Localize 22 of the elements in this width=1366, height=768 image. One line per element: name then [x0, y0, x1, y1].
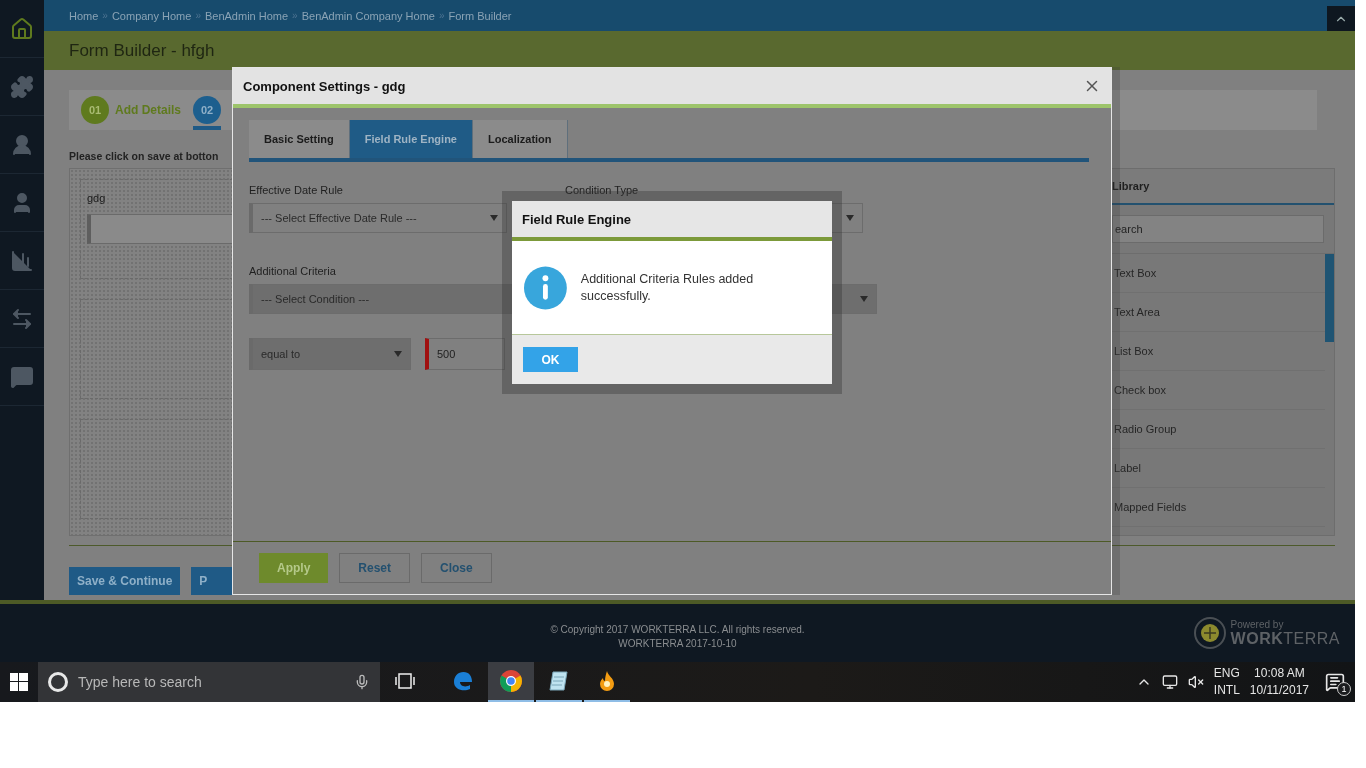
step-number: 02 [193, 96, 221, 124]
copyright-text: © Copyright 2017 WORKTERRA LLC. All rights reserved. [550, 623, 805, 637]
breadcrumb-separator: » [195, 10, 201, 21]
field-label: gdg [87, 192, 107, 204]
step-number: 01 [81, 96, 109, 124]
instruction-text: Please click on save at botton [69, 150, 220, 162]
version-text: WORKTERRA 2017-10-10 [618, 637, 737, 651]
notification-count: 1 [1337, 682, 1351, 696]
breadcrumb-separator: » [292, 10, 298, 21]
powered-by-text: Powered by [1230, 618, 1285, 630]
field-label: Effective Date Rule [249, 184, 344, 196]
brand-name: WORKTERRA [1230, 629, 1340, 648]
breadcrumb-separator: » [102, 10, 108, 21]
alert-title: Field Rule Engine [522, 211, 632, 227]
dialog-title: Component Settings - gdg [243, 78, 406, 94]
breadcrumb-separator: » [438, 10, 445, 21]
field-label: Condition Type [565, 184, 640, 196]
alert-message: Additional Criteria Rules added successfully. [580, 270, 755, 305]
page-title: Form Builder - hfgh [69, 40, 215, 61]
field-label: Additional Criteria [249, 265, 337, 277]
step-label: Add Details [115, 103, 181, 117]
library-title: Library [1112, 180, 1150, 192]
